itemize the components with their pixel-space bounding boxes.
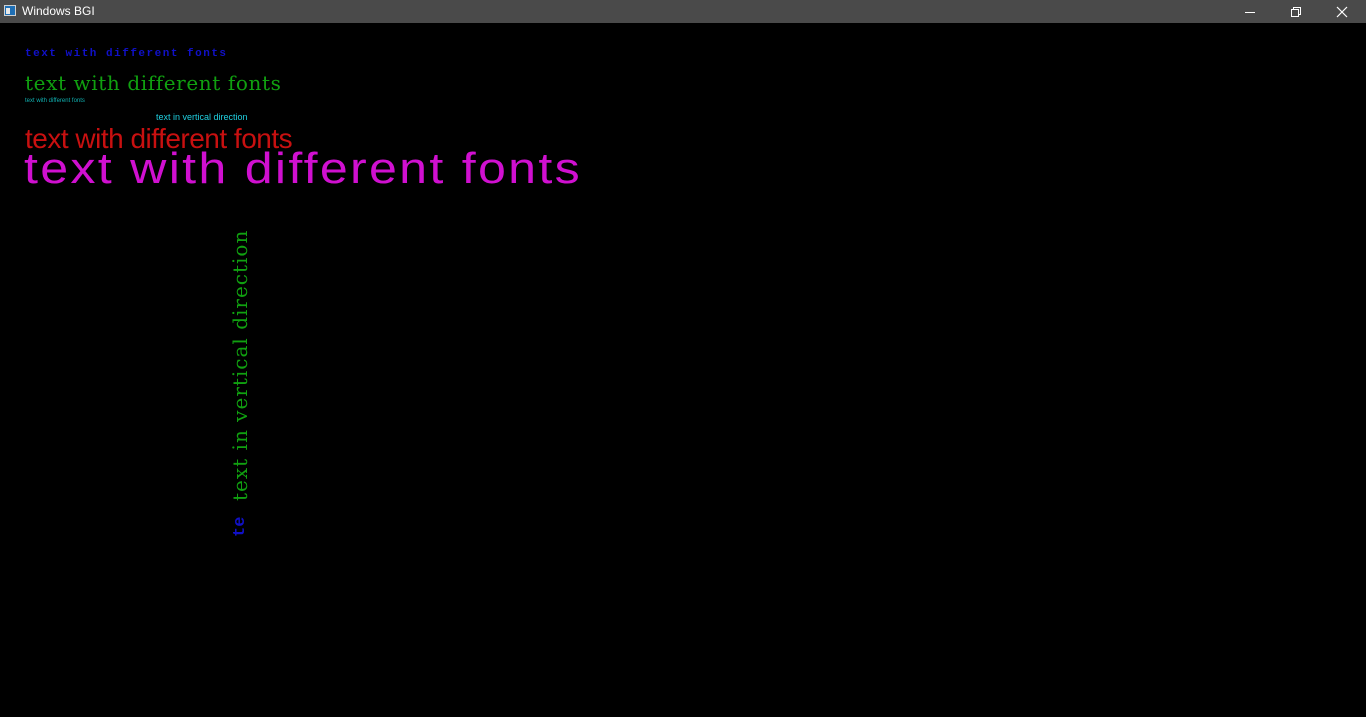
- vertical-text-green: text in vertical direction: [228, 229, 252, 501]
- title-bar[interactable]: Windows BGI: [0, 0, 1366, 23]
- minimize-button[interactable]: [1227, 0, 1273, 23]
- app-icon[interactable]: [4, 5, 16, 16]
- close-button[interactable]: [1319, 0, 1365, 23]
- minimize-icon: [1245, 11, 1255, 13]
- vertical-text-blue: te: [231, 516, 250, 537]
- vertical-direction-label: text in vertical direction: [156, 112, 248, 122]
- window-title: Windows BGI: [22, 4, 95, 18]
- text-line-green-serif: text with different fonts: [25, 71, 282, 95]
- text-line-magenta-large: text with different fonts: [24, 144, 582, 193]
- graphics-canvas[interactable]: text with different fonts text with diff…: [0, 23, 1366, 717]
- text-line-tiny: text with different fonts: [25, 98, 85, 104]
- close-icon: [1336, 6, 1348, 17]
- restore-button[interactable]: [1273, 0, 1319, 23]
- restore-icon: [1291, 6, 1301, 17]
- text-line-blue-small: text with different fonts: [25, 48, 228, 60]
